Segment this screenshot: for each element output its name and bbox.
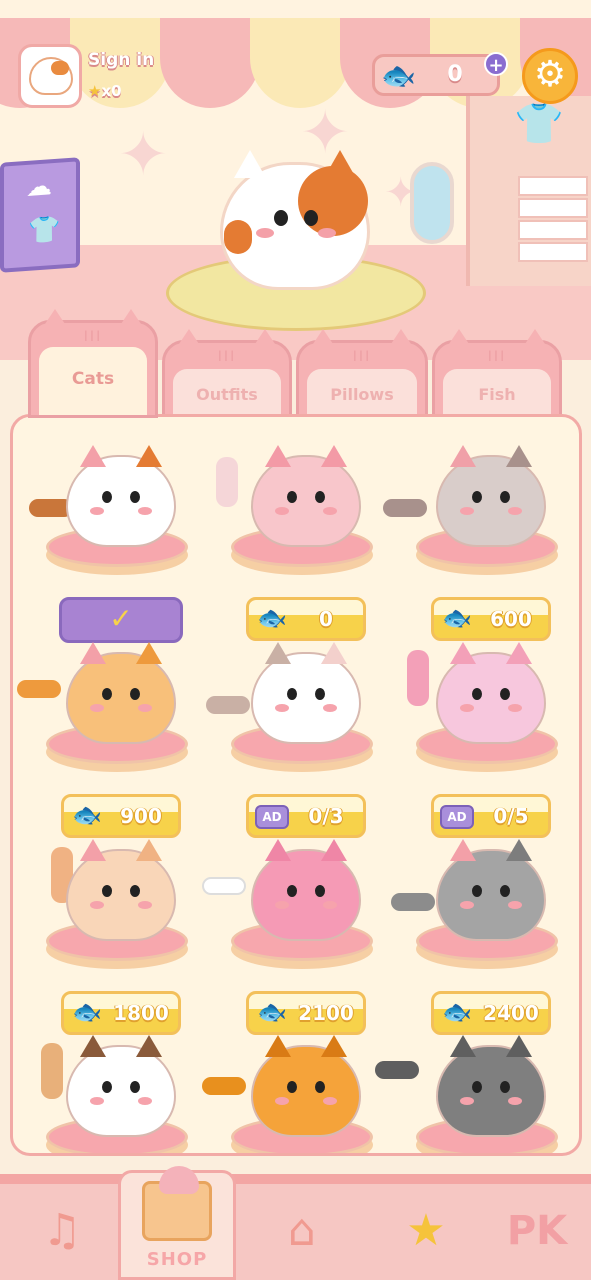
owned-check-button[interactable]: ✓: [59, 597, 183, 643]
cat-item[interactable]: 🐟 2100: [202, 839, 386, 1035]
fish-icon: 🐟: [442, 998, 472, 1026]
fish-icon: 🐟: [442, 604, 472, 632]
cat-item[interactable]: [21, 1035, 201, 1153]
fish-icon: 🐟: [257, 998, 287, 1026]
ad-icon: AD: [255, 805, 289, 829]
cat-item[interactable]: [375, 1035, 571, 1153]
avatar: [29, 57, 73, 95]
price-button[interactable]: 🐟 2100: [246, 991, 366, 1035]
cat-item[interactable]: 🐟 1800: [21, 839, 201, 1035]
cat-item[interactable]: AD 0/3: [206, 642, 386, 838]
tshirt-icon: 👕: [514, 101, 564, 147]
nav-music[interactable]: ♫: [22, 1196, 102, 1276]
fish-icon: 🐟: [72, 998, 102, 1026]
price-button[interactable]: 🐟 600: [431, 597, 551, 641]
category-tabs: III Cats III Outfits III Pillows III Fis…: [28, 309, 568, 418]
sign-in-link[interactable]: Sign in: [88, 50, 154, 70]
ad-icon: AD: [440, 805, 474, 829]
cat-item[interactable]: 🐟 600: [383, 445, 571, 641]
ad-unlock-button[interactable]: AD 0/3: [246, 794, 366, 838]
fish-icon: 🐟: [72, 801, 102, 829]
profile-avatar-button[interactable]: [18, 44, 82, 108]
cat-grid-panel: ✓ 🐟 0 🐟 600 🐟 900 AD 0/3 AD 0/5 🐟 1800 🐟…: [10, 414, 582, 1156]
add-fish-button[interactable]: +: [484, 52, 508, 76]
cat-item[interactable]: 🐟 2400: [391, 839, 571, 1035]
home-paint-icon: ⌂: [288, 1205, 316, 1256]
shop-label: SHOP: [146, 1249, 208, 1270]
nav-pk[interactable]: PK: [494, 1196, 580, 1276]
star-icon: ★: [88, 82, 102, 100]
ad-unlock-button[interactable]: AD 0/5: [431, 794, 551, 838]
tab-fish[interactable]: III Fish: [432, 329, 562, 418]
selected-cat-preview[interactable]: [220, 150, 370, 290]
settings-gear-icon[interactable]: ⚙: [522, 48, 578, 104]
music-record-icon: ♫: [42, 1205, 82, 1256]
cat-item[interactable]: AD 0/5: [391, 642, 571, 838]
pk-icon: PK: [506, 1208, 568, 1254]
price-button[interactable]: 🐟 1800: [61, 991, 181, 1035]
cat-item[interactable]: 🐟 900: [17, 642, 201, 838]
mirror: [410, 162, 454, 244]
cat-item[interactable]: ✓: [21, 445, 201, 643]
fish-icon: 🐟: [257, 604, 287, 632]
tab-outfits[interactable]: III Outfits: [162, 329, 292, 418]
sparkle-icon: ✦: [118, 120, 169, 190]
price-button[interactable]: 🐟 900: [61, 794, 181, 838]
tab-pillows[interactable]: III Pillows: [296, 329, 428, 418]
cat-item[interactable]: [202, 1035, 386, 1153]
price-button[interactable]: 🐟 2400: [431, 991, 551, 1035]
star-trophy-icon: ★: [406, 1205, 446, 1256]
price-button[interactable]: 🐟 0: [246, 597, 366, 641]
nav-home[interactable]: ⌂: [262, 1196, 342, 1276]
star-count: x0: [101, 82, 122, 100]
fish-icon: 🐟: [381, 59, 416, 92]
cat-item[interactable]: 🐟 0: [206, 445, 386, 641]
outfit-sign: ☁ 👕: [0, 157, 80, 273]
nav-shop[interactable]: SHOP: [118, 1166, 236, 1280]
nav-trophy[interactable]: ★: [386, 1196, 466, 1276]
bottom-nav: ♫ ⌂ ★ PK: [0, 1174, 591, 1280]
tab-cats[interactable]: III Cats: [28, 309, 158, 418]
star-counter: ★x0: [88, 82, 122, 100]
fish-count: 0: [447, 62, 463, 87]
fish-currency-display: 🐟 0: [372, 54, 500, 96]
wardrobe-shelf: 👕: [466, 96, 591, 286]
shop-box-icon: [142, 1166, 212, 1241]
